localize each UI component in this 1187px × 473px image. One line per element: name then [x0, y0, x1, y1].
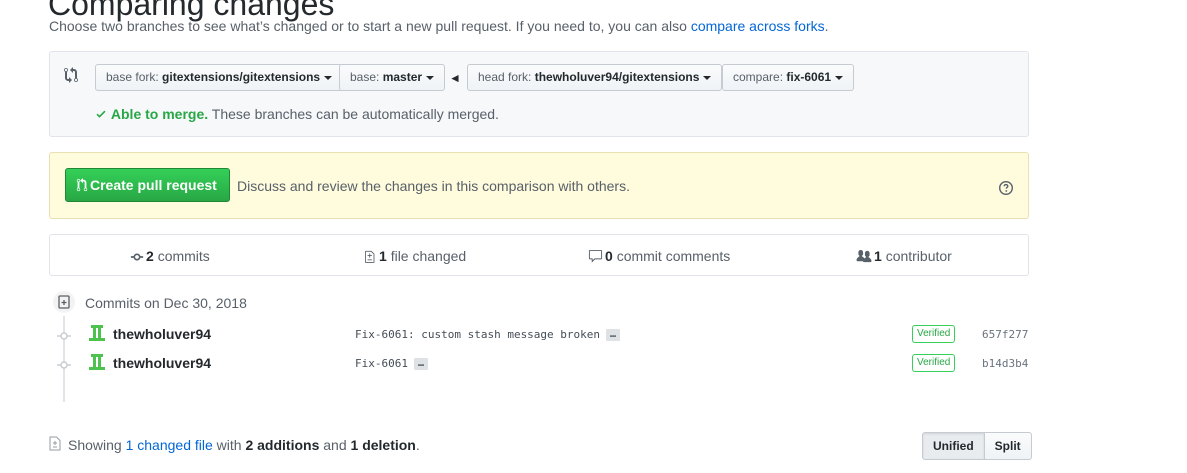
- commit-message: Fix-6061 …: [355, 357, 429, 370]
- page-subtitle: Choose two branches to see what’s change…: [49, 18, 829, 34]
- diffstat-summary: Showing 1 changed file with 2 additions …: [68, 437, 420, 453]
- commit-icon: [57, 361, 71, 369]
- commits-label: commits: [157, 248, 210, 264]
- check-icon: [96, 110, 106, 118]
- base-fork-label: base fork:: [106, 70, 159, 84]
- unified-view-button[interactable]: Unified: [922, 432, 985, 460]
- commits-tab[interactable]: 2 commits: [130, 248, 210, 264]
- comparison-summary: 2 commits 1 file changed 0 commit commen…: [49, 234, 1029, 276]
- contributors-tab[interactable]: 1 contributor: [856, 248, 952, 264]
- avatar[interactable]: [89, 354, 105, 370]
- head-fork-label: head fork:: [478, 70, 532, 84]
- commit-author[interactable]: thewholuver94: [113, 326, 211, 342]
- files-count: 1: [379, 248, 387, 264]
- split-view-button[interactable]: Split: [984, 432, 1032, 460]
- commit-message-text[interactable]: Fix-6061: custom stash message broken: [355, 328, 600, 341]
- commit-author[interactable]: thewholuver94: [113, 355, 211, 371]
- commit-message: Fix-6061: custom stash message broken …: [355, 328, 621, 341]
- comment-icon: [588, 249, 603, 263]
- create-pull-request-button[interactable]: Create pull request: [65, 168, 230, 202]
- create-pull-request-label: Create pull request: [90, 177, 217, 193]
- chevron-down-icon: [703, 75, 712, 80]
- deletions-count: 1 deletion: [350, 437, 416, 453]
- arrow-left-icon: ◄: [449, 71, 461, 85]
- range-editor: base fork: gitextensions/gitextensions b…: [49, 51, 1029, 137]
- compare-across-forks-link[interactable]: compare across forks: [691, 18, 825, 34]
- subtitle-suffix: .: [824, 18, 829, 34]
- comments-count: 0: [605, 248, 613, 264]
- contributors-label: contributor: [885, 248, 952, 264]
- compare-branch-value: fix-6061: [786, 70, 832, 84]
- commit-icon: [130, 253, 144, 261]
- base-fork-select[interactable]: base fork: gitextensions/gitextensions: [95, 64, 344, 91]
- commit-comments-tab[interactable]: 0 commit comments: [588, 248, 730, 264]
- diffstat-prefix: Showing: [68, 437, 126, 453]
- chevron-down-icon: [835, 75, 844, 80]
- base-branch-select[interactable]: base: master: [339, 64, 446, 91]
- expand-message-button[interactable]: …: [413, 358, 429, 370]
- base-fork-value: gitextensions/gitextensions: [162, 70, 321, 84]
- avatar[interactable]: [89, 325, 105, 341]
- compare-branch-label: compare:: [733, 70, 784, 84]
- file-diff-icon: [365, 250, 375, 263]
- head-fork-select[interactable]: head fork: thewholuver94/gitextensions: [467, 64, 723, 91]
- people-icon: [856, 249, 872, 263]
- head-fork-value: thewholuver94/gitextensions: [534, 70, 700, 84]
- diffstat-middle: with: [212, 437, 246, 453]
- subtitle-text: Choose two branches to see what’s change…: [49, 18, 691, 34]
- create-pr-banner: Create pull request Discuss and review t…: [49, 152, 1029, 219]
- merge-status-message: These branches can be automatically merg…: [211, 106, 499, 122]
- merge-status: Able to merge. These branches can be aut…: [95, 106, 499, 122]
- compare-icon: [64, 67, 78, 83]
- expand-message-button[interactable]: …: [606, 329, 621, 341]
- additions-count: 2 additions: [245, 437, 320, 453]
- verified-badge[interactable]: Verified: [912, 354, 956, 372]
- files-label: file changed: [390, 248, 467, 264]
- commit-row: thewholuver94 Fix-6061: custom stash mes…: [49, 322, 1029, 350]
- base-branch-label: base:: [350, 70, 380, 84]
- commit-sha[interactable]: b14d3b4: [982, 357, 1028, 370]
- file-diff-icon: [49, 436, 61, 451]
- commit-icon: [57, 332, 71, 340]
- create-pr-message: Discuss and review the changes in this c…: [237, 178, 630, 194]
- commit-date-label: Commits on Dec 30, 2018: [85, 295, 247, 311]
- commit-message-text[interactable]: Fix-6061: [355, 357, 408, 370]
- base-branch-value: master: [382, 70, 423, 84]
- chevron-down-icon: [426, 75, 435, 80]
- contributors-count: 1: [874, 248, 882, 264]
- commit-group-icon: [51, 289, 77, 315]
- comments-label: commit comments: [616, 248, 731, 264]
- compare-branch-select[interactable]: compare: fix-6061: [722, 64, 855, 91]
- question-icon[interactable]: [998, 180, 1014, 196]
- verified-badge[interactable]: Verified: [912, 325, 956, 343]
- commits-count: 2: [146, 248, 154, 264]
- merge-status-label: Able to merge.: [110, 106, 209, 122]
- diffstat-and: and: [319, 437, 351, 453]
- commit-sha[interactable]: 657f277: [982, 328, 1028, 341]
- chevron-down-icon: [324, 75, 333, 80]
- files-changed-tab[interactable]: 1 file changed: [365, 248, 466, 264]
- pull-request-icon: [76, 178, 88, 192]
- commit-row: thewholuver94 Fix-6061 … Verified b14d3b4: [49, 351, 1029, 379]
- diff-view-toggle: Unified Split: [922, 432, 1032, 460]
- diffstat-suffix: .: [415, 437, 420, 453]
- changed-files-link[interactable]: 1 changed file: [126, 437, 213, 453]
